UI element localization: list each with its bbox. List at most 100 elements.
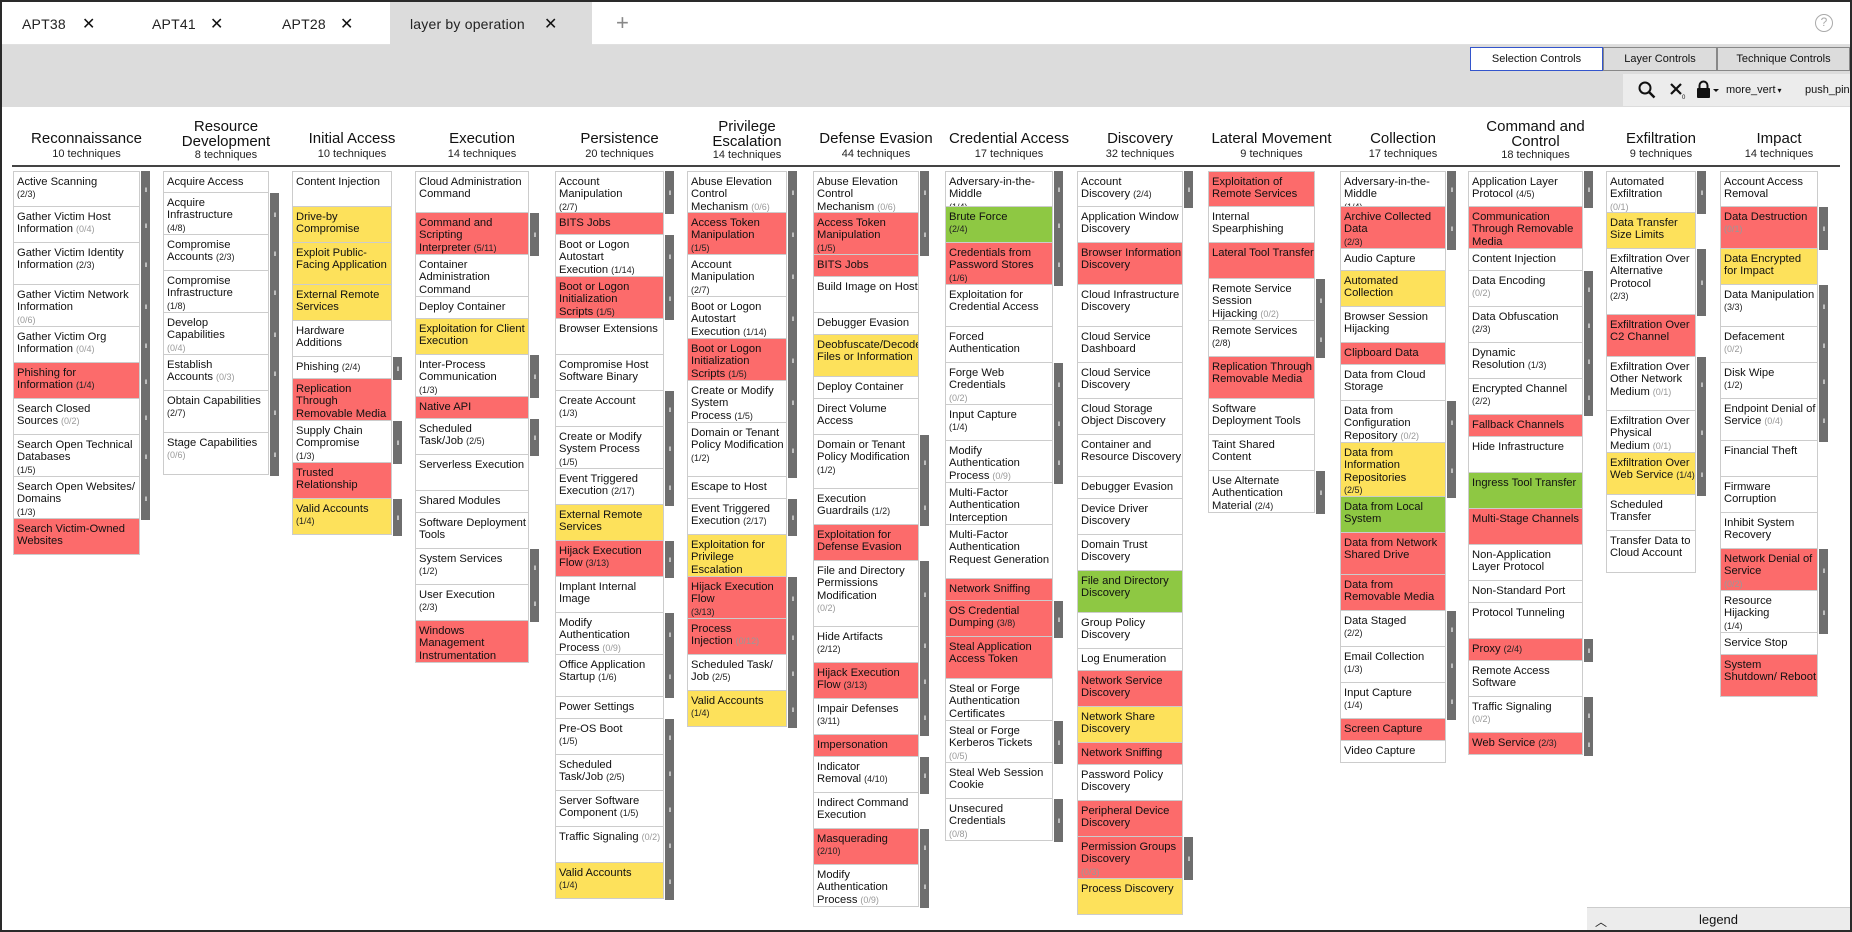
technique-cell[interactable]: Scheduled Transfer <box>1606 495 1696 531</box>
technique-cell[interactable]: Acquire Access <box>163 171 269 193</box>
technique-cell[interactable]: Modify Authentication Process (0/9) <box>555 613 664 655</box>
tab-apt28[interactable]: APT28 ✕ <box>262 2 390 45</box>
technique-cell[interactable]: Password Policy Discovery <box>1077 765 1183 801</box>
technique-cell[interactable]: External Remote Services <box>292 285 392 321</box>
layer-controls-button[interactable]: Layer Controls <box>1603 47 1717 71</box>
technique-cell[interactable]: Traffic Signaling (0/2) <box>555 827 664 863</box>
technique-cell[interactable]: Brute Force (2/4) <box>945 207 1053 243</box>
expand-subtechniques-handle[interactable]: ıı <box>665 235 674 278</box>
technique-cell[interactable]: Account Access Removal <box>1720 171 1818 207</box>
technique-cell[interactable]: Native API <box>415 397 529 419</box>
technique-cell[interactable]: Content Injection <box>1468 249 1583 271</box>
technique-cell[interactable]: Multi-Factor Authentication Request Gene… <box>945 525 1053 579</box>
technique-cell[interactable]: Valid Accounts (1/4) <box>555 863 664 899</box>
technique-cell[interactable]: Container Administration Command <box>415 255 529 297</box>
expand-subtechniques-handle[interactable]: ıı <box>1697 171 1706 214</box>
expand-subtechniques-handle[interactable]: ıı <box>1819 327 1828 364</box>
expand-subtechniques-handle[interactable]: ıı <box>1819 363 1828 400</box>
expand-subtechniques-handle[interactable]: ıı <box>665 427 674 470</box>
technique-cell[interactable]: Multi-Stage Channels <box>1468 509 1583 545</box>
expand-subtechniques-handle[interactable]: ıı <box>1054 799 1063 842</box>
expand-subtechniques-handle[interactable]: ıı <box>665 827 674 864</box>
expand-subtechniques-handle[interactable]: ıı <box>920 213 929 256</box>
technique-cell[interactable]: Proxy (2/4) <box>1468 639 1583 661</box>
expand-subtechniques-handle[interactable]: ıı <box>1447 171 1456 208</box>
technique-cell[interactable]: Indicator Removal (4/10) <box>813 757 919 793</box>
technique-cell[interactable]: Deploy Container <box>415 297 529 319</box>
technique-cell[interactable]: Application Layer Protocol (4/5) <box>1468 171 1583 207</box>
technique-cell[interactable]: Scheduled Task/Job (2/5) <box>555 755 664 791</box>
technique-cell[interactable]: Masquerading (2/10) <box>813 829 919 865</box>
technique-cell[interactable]: Obtain Capabilities (2/7) <box>163 391 269 433</box>
technique-cell[interactable]: Network Denial of Service (0/2) <box>1720 549 1818 591</box>
technique-cell[interactable]: Shared Modules <box>415 491 529 513</box>
technique-cell[interactable]: Boot or Logon Autostart Execution (1/14) <box>555 235 664 277</box>
selection-controls-button[interactable]: Selection Controls <box>1470 47 1603 71</box>
close-icon[interactable]: ✕ <box>340 14 354 34</box>
expand-subtechniques-handle[interactable]: ıı <box>1584 171 1593 208</box>
technique-cell[interactable]: BITS Jobs <box>555 213 664 235</box>
technique-cell[interactable]: Cloud Infrastructure Discovery <box>1077 285 1183 327</box>
expand-subtechniques-handle[interactable]: ıı <box>920 865 929 908</box>
legend-bar[interactable]: ︿ legend <box>1587 907 1850 930</box>
technique-cell[interactable]: Domain or Tenant Policy Modification (1/2… <box>813 435 919 489</box>
expand-subtechniques-handle[interactable]: ıı <box>1819 549 1828 592</box>
technique-cell[interactable]: Software Deployment Tools <box>1208 399 1315 435</box>
technique-cell[interactable]: Unsecured Credentials (0/8) <box>945 799 1053 841</box>
tactic-header[interactable]: Exfiltration 9 techniques <box>1606 131 1716 163</box>
expand-subtechniques-handle[interactable]: ıı <box>270 271 279 314</box>
technique-cell[interactable]: Browser Session Hijacking <box>1340 307 1446 343</box>
technique-cell[interactable]: Data Transfer Size Limits <box>1606 213 1696 249</box>
close-icon[interactable]: ✕ <box>544 14 558 34</box>
technique-cell[interactable]: Modify Authentication Process (0/9) <box>813 865 919 907</box>
technique-cell[interactable]: Device Driver Discovery <box>1077 499 1183 535</box>
technique-cell[interactable]: Fallback Channels <box>1468 415 1583 437</box>
expand-subtechniques-handle[interactable]: ıı <box>141 207 150 244</box>
tactic-header[interactable]: Defense Evasion 44 techniques <box>813 131 939 163</box>
push-pin-icon[interactable]: push_pin <box>1805 74 1850 106</box>
technique-cell[interactable]: System Shutdown/ Reboot <box>1720 655 1818 697</box>
expand-subtechniques-handle[interactable]: ıı <box>920 663 929 700</box>
expand-subtechniques-handle[interactable]: ıı <box>530 549 539 586</box>
technique-cell[interactable]: Compromise Host Software Binary <box>555 355 664 391</box>
technique-cell[interactable]: Data Destruction (0/1) <box>1720 207 1818 249</box>
tactic-header[interactable]: Collection 17 techniques <box>1340 131 1466 163</box>
tactic-header[interactable]: Initial Access 10 techniques <box>292 131 412 163</box>
expand-subtechniques-handle[interactable]: ıı <box>393 499 402 536</box>
technique-cell[interactable]: Dynamic Resolution (1/3) <box>1468 343 1583 379</box>
technique-cell[interactable]: Implant Internal Image <box>555 577 664 613</box>
technique-cell[interactable]: User Execution (2/3) <box>415 585 529 621</box>
technique-cell[interactable]: Exploitation of Remote Services <box>1208 171 1315 207</box>
expand-subtechniques-handle[interactable]: ıı <box>1054 243 1063 286</box>
technique-cell[interactable]: Office Application Startup (1/6) <box>555 655 664 697</box>
expand-subtechniques-handle[interactable]: ıı <box>1184 171 1193 208</box>
technique-cell[interactable]: Data Obfuscation (2/3) <box>1468 307 1583 343</box>
technique-cell[interactable]: Protocol Tunneling <box>1468 603 1583 639</box>
expand-subtechniques-handle[interactable]: ıı <box>141 171 150 208</box>
expand-subtechniques-handle[interactable]: ıı <box>920 435 929 490</box>
technique-cell[interactable]: Data from Removable Media <box>1340 575 1446 611</box>
technique-cell[interactable]: Adversary-in-the-Middle (1/4) <box>1340 171 1446 207</box>
close-icon[interactable]: ✕ <box>82 14 96 34</box>
technique-cell[interactable]: Internal Spearphishing <box>1208 207 1315 243</box>
expand-subtechniques-handle[interactable]: ıı <box>1054 721 1063 764</box>
technique-cell[interactable]: File and Directory Permissions Modificat… <box>813 561 919 627</box>
technique-cell[interactable]: Adversary-in-the-Middle (1/4) <box>945 171 1053 207</box>
technique-cell[interactable]: Access Token Manipulation (1/5) <box>687 213 787 255</box>
technique-cell[interactable]: Create Account (1/3) <box>555 391 664 427</box>
expand-subtechniques-handle[interactable]: ıı <box>665 719 674 756</box>
technique-cell[interactable]: Active Scanning (2/3) <box>13 171 140 207</box>
technique-cell[interactable]: Process Injection (0/12) <box>687 619 787 655</box>
technique-cell[interactable]: Browser Information Discovery <box>1077 243 1183 285</box>
technique-cell[interactable]: Boot or Logon Initialization Scripts (1/5… <box>687 339 787 381</box>
expand-subtechniques-handle[interactable]: ıı <box>141 363 150 400</box>
expand-subtechniques-handle[interactable]: ıı <box>141 399 150 436</box>
technique-cell[interactable]: Cloud Storage Object Discovery <box>1077 399 1183 435</box>
technique-cell[interactable]: Valid Accounts (1/4) <box>687 691 787 727</box>
deselect-icon[interactable]: 0 <box>1667 74 1687 106</box>
technique-cell[interactable]: Firmware Corruption <box>1720 477 1818 513</box>
tactic-header[interactable]: Persistence 20 techniques <box>555 131 684 163</box>
technique-cell[interactable]: OS Credential Dumping (3/8) <box>945 601 1053 637</box>
technique-cell[interactable]: Gather Victim Org Information (0/4) <box>13 327 140 363</box>
technique-cell[interactable]: Financial Theft <box>1720 441 1818 477</box>
